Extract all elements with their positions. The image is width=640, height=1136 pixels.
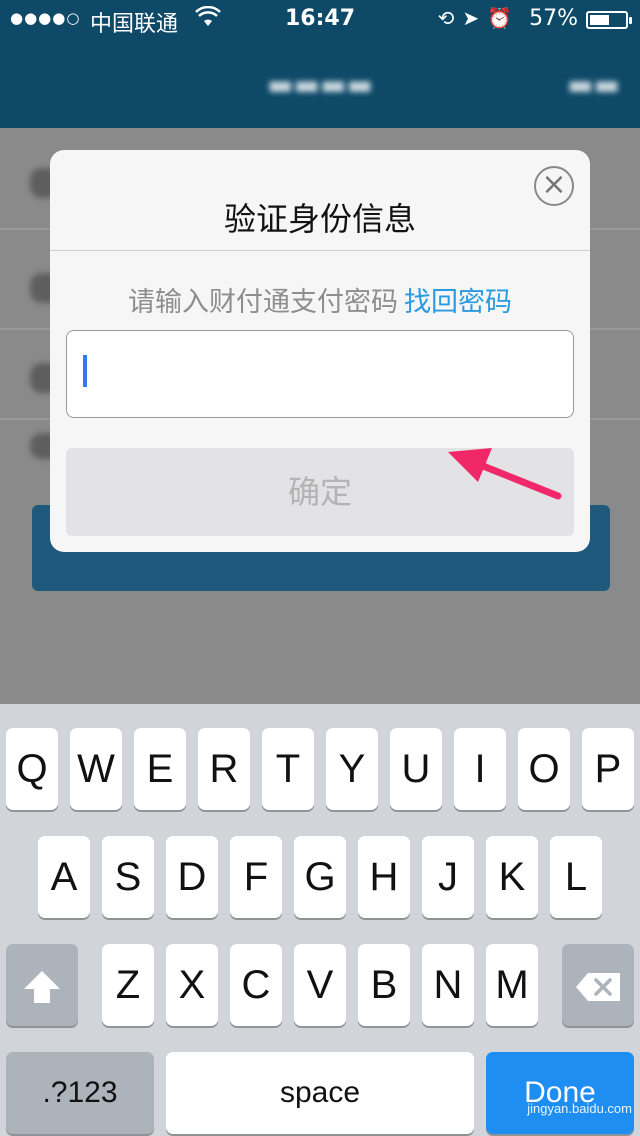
key-u[interactable]: U	[390, 728, 442, 810]
backspace-icon	[576, 973, 620, 1002]
background-nav-bar: ▬▬▬▬ ▬▬	[0, 40, 640, 128]
alarm-icon: ⏰	[487, 6, 520, 30]
payment-password-input[interactable]	[66, 330, 574, 418]
battery-icon	[586, 11, 632, 29]
numbers-key[interactable]: .?123	[6, 1052, 154, 1134]
key-l[interactable]: L	[550, 836, 602, 918]
battery-fill	[590, 15, 609, 25]
orientation-lock-icon: ⟲	[437, 6, 463, 30]
background-nav-cancel: ▬▬	[567, 68, 620, 101]
watermark: jingyan.baidu.com	[527, 1101, 632, 1116]
key-i[interactable]: I	[454, 728, 506, 810]
text-cursor	[83, 355, 87, 387]
dialog-divider	[50, 250, 590, 251]
key-w[interactable]: W	[70, 728, 122, 810]
key-b[interactable]: B	[358, 944, 410, 1026]
key-j[interactable]: J	[422, 836, 474, 918]
done-key[interactable]: Done	[486, 1052, 634, 1134]
key-t[interactable]: T	[262, 728, 314, 810]
space-key[interactable]: space	[166, 1052, 474, 1134]
recover-password-link[interactable]: 找回密码	[404, 287, 512, 318]
key-d[interactable]: D	[166, 836, 218, 918]
key-v[interactable]: V	[294, 944, 346, 1026]
key-q[interactable]: Q	[6, 728, 58, 810]
key-k[interactable]: K	[486, 836, 538, 918]
dialog-title: 验证身份信息	[223, 200, 416, 238]
key-g[interactable]: G	[294, 836, 346, 918]
background-nav-title: ▬▬▬▬	[267, 68, 373, 101]
key-p[interactable]: P	[582, 728, 634, 810]
password-prompt: 请输入财付通支付密码	[128, 287, 398, 318]
key-r[interactable]: R	[198, 728, 250, 810]
battery-percent: 57%	[529, 6, 578, 31]
key-c[interactable]: C	[230, 944, 282, 1026]
password-prompt-line: 请输入财付通支付密码 找回密码	[50, 280, 590, 319]
key-s[interactable]: S	[102, 836, 154, 918]
key-z[interactable]: Z	[102, 944, 154, 1026]
shift-icon	[24, 971, 60, 1004]
status-bar: ●●●●○ 中国联通 16:47 ⟲➤⏰ 57%	[0, 0, 640, 40]
key-e[interactable]: E	[134, 728, 186, 810]
delete-key[interactable]	[562, 944, 634, 1026]
key-n[interactable]: N	[422, 944, 474, 1026]
location-icon: ➤	[462, 6, 488, 30]
shift-key[interactable]	[6, 944, 78, 1026]
keyboard: Q W E R T Y U I O P A S D F G H J K L Z …	[0, 704, 640, 1136]
key-x[interactable]: X	[166, 944, 218, 1026]
key-f[interactable]: F	[230, 836, 282, 918]
key-y[interactable]: Y	[326, 728, 378, 810]
status-icons: ⟲➤⏰	[438, 6, 520, 30]
key-h[interactable]: H	[358, 836, 410, 918]
key-o[interactable]: O	[518, 728, 570, 810]
annotation-arrow-icon	[448, 448, 562, 500]
key-a[interactable]: A	[38, 836, 90, 918]
key-m[interactable]: M	[486, 944, 538, 1026]
